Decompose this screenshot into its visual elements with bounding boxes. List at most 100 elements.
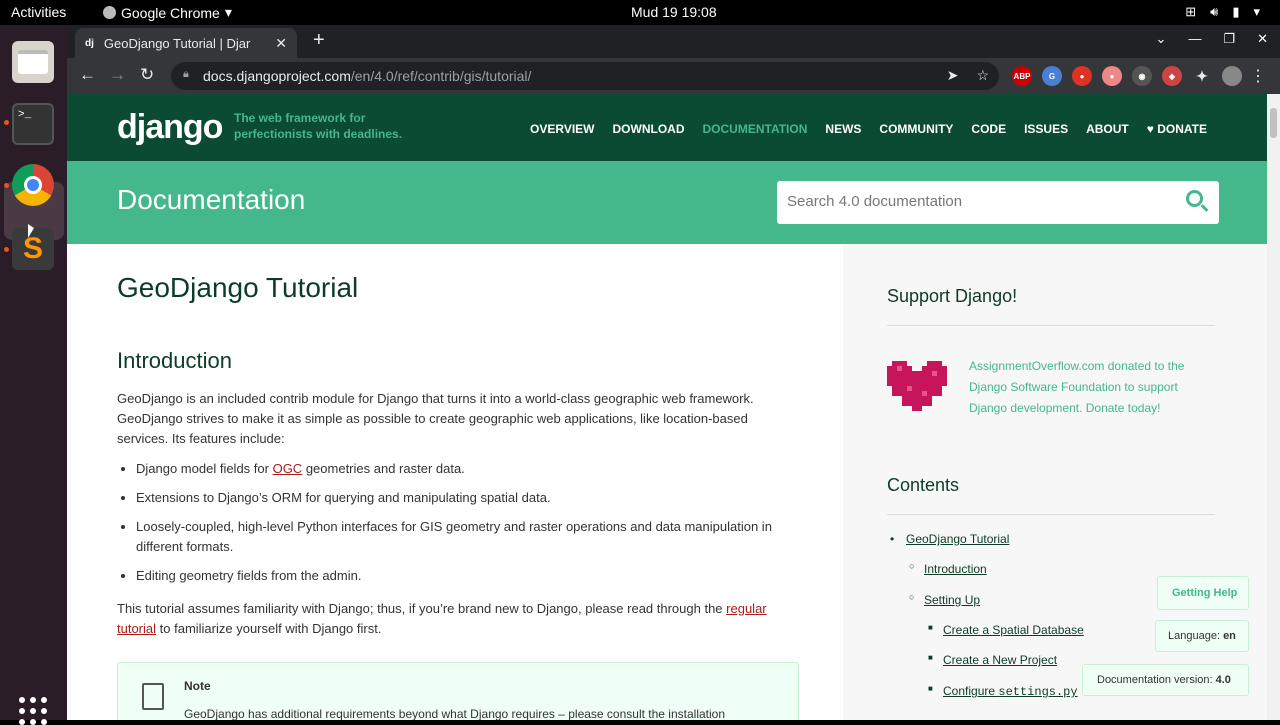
pixel-heart-icon[interactable] bbox=[887, 360, 947, 412]
send-icon[interactable]: ➤ bbox=[947, 67, 959, 84]
django-logo[interactable]: django bbox=[117, 108, 223, 147]
nav-item-overview[interactable]: OVERVIEW bbox=[530, 122, 594, 136]
running-indicator bbox=[4, 183, 9, 188]
search-input[interactable]: Search 4.0 documentation bbox=[777, 181, 1219, 224]
page-scrollbar[interactable] bbox=[1267, 94, 1280, 720]
bullet: ■ bbox=[928, 653, 933, 662]
url-path: /en/4.0/ref/contrib/gis/tutorial/ bbox=[350, 68, 532, 84]
search-placeholder: Search 4.0 documentation bbox=[787, 193, 963, 210]
note-box: Note GeoDjango has additional requiremen… bbox=[117, 662, 799, 720]
chrome-icon bbox=[12, 164, 54, 206]
site-header: django The web framework for perfectioni… bbox=[67, 94, 1267, 161]
reload-icon[interactable]: ↻ bbox=[140, 65, 154, 85]
contents-heading: Contents bbox=[887, 475, 960, 495]
os-top-bar: Activities Google Chrome ▾ Mud 19 19:08 … bbox=[0, 0, 1280, 25]
system-tray[interactable]: ⊞ 🔊︎ ▮ ▾ bbox=[1185, 4, 1260, 20]
volume-icon: 🔊︎ bbox=[1210, 4, 1219, 19]
nav-item-donate[interactable]: ♥ DONATE bbox=[1147, 122, 1207, 136]
nav-item-community[interactable]: COMMUNITY bbox=[879, 122, 953, 136]
toc-link-geodjango-tutorial[interactable]: GeoDjango Tutorial bbox=[906, 532, 1009, 546]
address-bar[interactable]: 🔒︎ docs.djangoproject.com/en/4.0/ref/con… bbox=[171, 62, 999, 90]
main-nav: OVERVIEW DOWNLOAD DOCUMENTATION NEWS COMMUNI… bbox=[530, 122, 1207, 136]
bullet: ○ bbox=[909, 561, 915, 571]
intro-paragraph: GeoDjango is an included contrib module … bbox=[117, 391, 754, 446]
documentation-banner: Documentation Search 4.0 documentation bbox=[67, 161, 1267, 244]
toc-link-create-new-project[interactable]: Create a New Project bbox=[943, 653, 1057, 667]
terminal-prompt-icon: >_ bbox=[18, 109, 32, 121]
chrome-small-icon bbox=[103, 6, 116, 19]
chrome-menu-icon[interactable]: ⋮ bbox=[1250, 66, 1266, 86]
ogc-link[interactable]: OGC bbox=[273, 461, 303, 476]
search-icon[interactable] bbox=[1186, 190, 1203, 207]
list-item: Loosely-coupled, high-level Python inter… bbox=[136, 517, 806, 557]
back-icon[interactable]: ← bbox=[79, 65, 96, 85]
main-content: GeoDjango Tutorial Introduction GeoDjang… bbox=[117, 244, 807, 720]
shield-extension-icon[interactable]: ◈ bbox=[1162, 66, 1182, 86]
toc-link-introduction[interactable]: Introduction bbox=[924, 562, 987, 576]
activities-button[interactable]: Activities bbox=[11, 4, 66, 20]
bullet: ■ bbox=[928, 684, 933, 693]
feature-list: Django model fields for OGC geometries a… bbox=[136, 459, 806, 595]
toc-link-setting-up[interactable]: Setting Up bbox=[924, 593, 980, 607]
language-switcher[interactable]: Language: en bbox=[1155, 620, 1249, 652]
minimize-icon[interactable]: — bbox=[1188, 31, 1201, 47]
scrollbar-thumb[interactable] bbox=[1270, 108, 1277, 138]
tab-title: GeoDjango Tutorial | Djar bbox=[103, 35, 251, 51]
app-menu[interactable]: Google Chrome ▾ bbox=[103, 4, 232, 21]
folder-icon bbox=[18, 50, 48, 74]
nav-item-issues[interactable]: ISSUES bbox=[1024, 122, 1068, 136]
forward-icon[interactable]: → bbox=[109, 65, 126, 85]
close-window-icon[interactable]: ✕ bbox=[1257, 31, 1268, 47]
chrome-app-icon[interactable] bbox=[12, 164, 54, 206]
chevron-down-icon: ▾ bbox=[1253, 4, 1260, 19]
clock[interactable]: Mud 19 19:08 bbox=[631, 4, 717, 20]
running-indicator bbox=[4, 120, 9, 125]
extensions-area: ABP G ● ● ◉ ◈ ✦ bbox=[1012, 66, 1242, 86]
section-heading: Introduction bbox=[117, 348, 232, 373]
nav-item-download[interactable]: DOWNLOAD bbox=[613, 122, 685, 136]
banner-title: Documentation bbox=[117, 184, 306, 215]
app-name: Google Chrome bbox=[121, 4, 220, 21]
profile-avatar[interactable] bbox=[1222, 66, 1242, 86]
list-item: Extensions to Django’s ORM for querying … bbox=[136, 488, 806, 508]
terminal-app-icon[interactable]: >_ bbox=[12, 103, 54, 145]
donation-text[interactable]: AssignmentOverflow.com donated to the Dj… bbox=[969, 356, 1199, 419]
toc-link-create-spatial-database[interactable]: Create a Spatial Database bbox=[943, 623, 1084, 637]
nav-item-code[interactable]: CODE bbox=[971, 122, 1006, 136]
extension-icon[interactable]: ● bbox=[1102, 66, 1122, 86]
close-tab-icon[interactable]: ✕ bbox=[275, 35, 287, 52]
note-text: GeoDjango has additional requirements be… bbox=[184, 707, 726, 720]
bullet: ■ bbox=[928, 623, 933, 632]
adblock-plus-icon[interactable]: ABP bbox=[1012, 66, 1032, 86]
discord-icon[interactable]: ◉ bbox=[1132, 66, 1152, 86]
new-tab-button[interactable]: + bbox=[313, 29, 325, 52]
nav-item-news[interactable]: NEWS bbox=[825, 122, 861, 136]
tab-search-icon[interactable]: ⌄ bbox=[1156, 31, 1167, 47]
bullet: • bbox=[890, 532, 895, 546]
toc-link-configure-settings[interactable]: Configure settings.py bbox=[943, 684, 1078, 699]
bookmark-star-icon[interactable]: ☆ bbox=[976, 67, 989, 84]
window-controls: ⌄ — ❐ ✕ bbox=[1156, 31, 1268, 47]
battery-icon: ▮ bbox=[1232, 4, 1240, 19]
puzzle-extensions-icon[interactable]: ✦ bbox=[1192, 66, 1212, 86]
tutorial-paragraph: This tutorial assumes familiarity with D… bbox=[117, 601, 767, 636]
bullet: ○ bbox=[909, 592, 915, 602]
network-icon: ⊞ bbox=[1185, 4, 1197, 19]
list-item: Editing geometry fields from the admin. bbox=[136, 566, 806, 586]
getting-help-button[interactable]: Getting Help bbox=[1157, 576, 1249, 610]
toolbar: ← → ↻ 🔒︎ docs.djangoproject.com/en/4.0/r… bbox=[67, 58, 1280, 94]
files-app-icon[interactable] bbox=[12, 41, 54, 83]
version-switcher[interactable]: Documentation version: 4.0 bbox=[1082, 664, 1249, 696]
show-applications-button[interactable] bbox=[19, 697, 47, 725]
tab-strip: dj GeoDjango Tutorial | Djar ✕ + ⌄ — ❐ ✕ bbox=[67, 25, 1280, 58]
nav-item-documentation[interactable]: DOCUMENTATION bbox=[703, 122, 808, 136]
grammar-extension-icon[interactable]: G bbox=[1042, 66, 1062, 86]
note-title: Note bbox=[184, 679, 211, 693]
list-item: Django model fields for OGC geometries a… bbox=[136, 459, 806, 479]
maximize-icon[interactable]: ❐ bbox=[1223, 31, 1235, 47]
web-page: django The web framework for perfectioni… bbox=[67, 94, 1280, 720]
nav-item-about[interactable]: ABOUT bbox=[1086, 122, 1129, 136]
red-extension-icon[interactable]: ● bbox=[1072, 66, 1092, 86]
browser-tab[interactable]: dj GeoDjango Tutorial | Djar ✕ bbox=[75, 28, 297, 58]
lock-icon: 🔒︎ bbox=[183, 68, 189, 80]
